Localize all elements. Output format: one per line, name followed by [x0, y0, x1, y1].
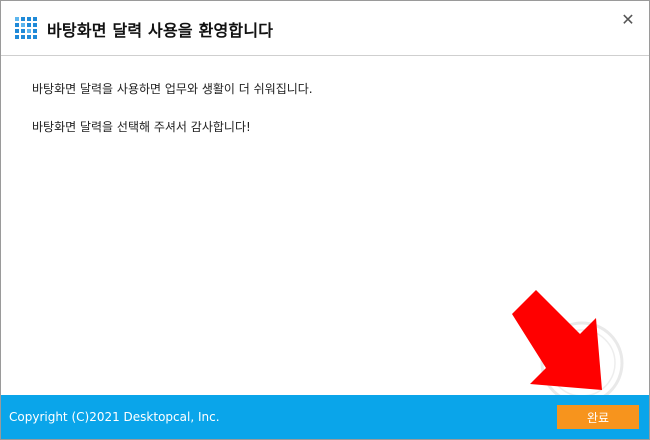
thanks-message: 바탕화면 달력을 선택해 주셔서 감사합니다!: [32, 120, 251, 134]
title-bar: 바탕화면 달력 사용을 환영합니다 ✕: [1, 1, 649, 56]
dialog-footer: Copyright (C)2021 Desktopcal, Inc. 완료: [1, 395, 649, 439]
calendar-grid-icon: [15, 17, 37, 39]
close-icon[interactable]: ✕: [617, 9, 639, 31]
welcome-dialog: 바탕화면 달력 사용을 환영합니다 ✕ 바탕화면 달력을 사용하면 업무와 생활…: [0, 0, 650, 440]
welcome-message: 바탕화면 달력을 사용하면 업무와 생활이 더 쉬워집니다.: [32, 82, 313, 96]
copyright-text: Copyright (C)2021 Desktopcal, Inc.: [9, 410, 220, 424]
dialog-title: 바탕화면 달력 사용을 환영합니다: [47, 21, 274, 40]
red-arrow-annotation: [512, 290, 602, 390]
done-button[interactable]: 완료: [557, 405, 639, 429]
